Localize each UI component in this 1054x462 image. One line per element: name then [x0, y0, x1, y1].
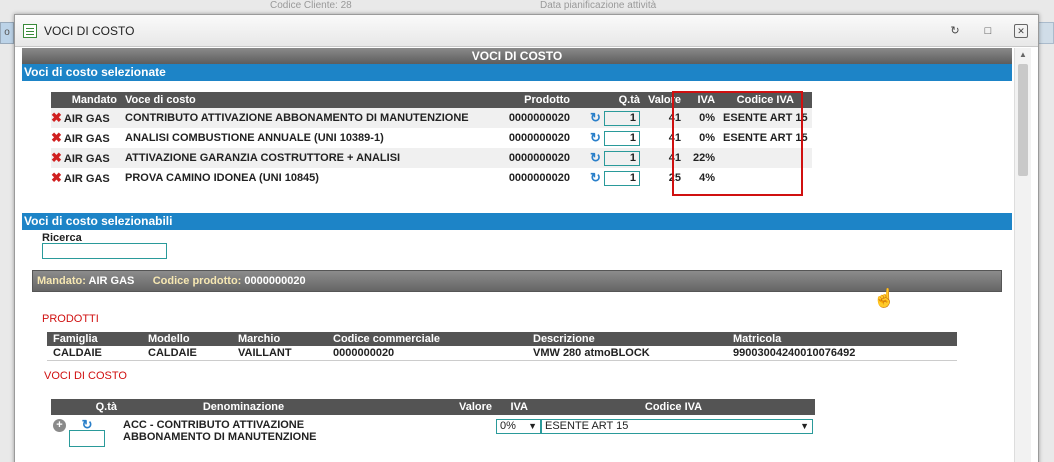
cell-prodotto: 0000000020 — [508, 132, 570, 144]
col-codice-commerciale: Codice commerciale — [327, 332, 527, 346]
cell-famiglia: CALDAIE — [47, 346, 142, 361]
cell-voce: CONTRIBUTO ATTIVAZIONE ABBONAMENTO DI MA… — [121, 108, 494, 128]
dialog-content: VOCI DI COSTO Voci di costo selezionate … — [22, 48, 1012, 462]
scrollbar-thumb[interactable] — [1018, 64, 1028, 176]
main-header: VOCI DI COSTO — [22, 48, 1012, 64]
recalculate-icon[interactable]: ↻ — [590, 170, 601, 185]
cell-codice-commerciale: 0000000020 — [327, 346, 527, 361]
quantity-input[interactable]: 1 — [604, 171, 640, 187]
col-valore: Valore — [366, 399, 496, 415]
table-row: + ↻ ACC - CONTRIBUTO ATTIVAZIONE ABBONAM… — [51, 415, 815, 451]
quantity-input[interactable]: 1 — [604, 111, 640, 127]
table-header-row: Famiglia Modello Marchio Codice commerci… — [47, 332, 957, 346]
cell-prodotto: 0000000020 — [508, 172, 570, 184]
dialog-title: VOCI DI COSTO — [44, 23, 135, 38]
selected-section-header: Voci di costo selezionate — [22, 64, 1012, 81]
prodotti-label: PRODOTTI — [42, 313, 99, 325]
document-list-icon — [23, 23, 37, 38]
maximize-icon[interactable]: □ — [981, 24, 995, 38]
delete-icon[interactable]: ✖ — [51, 130, 62, 145]
col-modello: Modello — [142, 332, 232, 346]
col-marchio: Marchio — [232, 332, 327, 346]
cell-mandato: AIR GAS — [63, 153, 110, 165]
chevron-down-icon: ▼ — [528, 421, 537, 431]
col-voce: Voce di costo — [121, 92, 494, 108]
delete-icon[interactable]: ✖ — [51, 110, 62, 125]
col-qta: Q.tà — [51, 399, 121, 415]
quantity-input[interactable]: 1 — [604, 151, 640, 167]
codice-prodotto-value: 0000000020 — [244, 275, 306, 287]
mandato-label: Mandato: — [37, 275, 86, 287]
cell-valore — [366, 415, 496, 451]
iva-highlight-box — [672, 91, 803, 196]
background-planning-date: Data pianificazione attività — [540, 0, 657, 11]
close-icon[interactable]: ✕ — [1014, 24, 1028, 38]
selectable-section-header: Voci di costo selezionabili — [22, 213, 1012, 230]
col-mandato: Mandato — [51, 92, 121, 108]
search-input[interactable] — [42, 243, 167, 259]
delete-icon[interactable]: ✖ — [51, 170, 62, 185]
cell-denominazione: ACC - CONTRIBUTO ATTIVAZIONE ABBONAMENTO… — [123, 419, 317, 443]
cell-mandato: AIR GAS — [63, 133, 110, 145]
col-denominazione: Denominazione — [121, 399, 366, 415]
cell-prodotto: 0000000020 — [494, 108, 574, 128]
table-header-row: Q.tà Denominazione Valore IVA Codice IVA — [51, 399, 815, 415]
dialog-titlebar[interactable]: VOCI DI COSTO ↻ □ ✕ — [15, 15, 1038, 47]
cell-marchio: VAILLANT — [232, 346, 327, 361]
codice-iva-select[interactable]: ESENTE ART 15 ▼ — [541, 419, 813, 434]
col-codice-iva: Codice IVA — [532, 399, 815, 415]
cell-voce: PROVA CAMINO IDONEA (UNI 10845) — [125, 172, 319, 184]
recalculate-icon[interactable]: ↻ — [590, 110, 601, 125]
cell-mandato: AIR GAS — [63, 173, 110, 185]
cell-mandato: AIR GAS — [63, 113, 110, 125]
delete-icon[interactable]: ✖ — [51, 150, 62, 165]
recalculate-icon[interactable]: ↻ — [69, 418, 105, 431]
codice-prodotto-label: Codice prodotto: — [152, 275, 242, 287]
col-famiglia: Famiglia — [47, 332, 142, 346]
quantity-input[interactable]: 1 — [604, 131, 640, 147]
vertical-scrollbar[interactable]: ▲ — [1014, 48, 1031, 462]
cell-matricola: 99003004240010076492 — [727, 346, 957, 361]
col-qta: Q.tà — [574, 92, 644, 108]
voci-di-costo-dialog: VOCI DI COSTO ↻ □ ✕ VOCI DI COSTO Voci d… — [14, 14, 1039, 462]
add-icon[interactable]: + — [53, 419, 66, 432]
cell-voce: ATTIVAZIONE GARANZIA COSTRUTTORE + ANALI… — [121, 148, 494, 168]
quantity-input[interactable] — [69, 430, 106, 447]
selectable-costs-table: Q.tà Denominazione Valore IVA Codice IVA… — [51, 399, 815, 451]
products-table: Famiglia Modello Marchio Codice commerci… — [47, 332, 957, 361]
table-row[interactable]: CALDAIE CALDAIE VAILLANT 0000000020 VMW … — [47, 346, 957, 361]
cell-voce: ANALISI COMBUSTIONE ANNUALE (UNI 10389-1… — [125, 132, 384, 144]
cell-descrizione: VMW 280 atmoBLOCK — [527, 346, 727, 361]
col-matricola: Matricola — [727, 332, 957, 346]
hand-cursor-icon: ☝ — [873, 288, 896, 308]
chevron-down-icon: ▼ — [800, 421, 809, 431]
background-customer-code: Codice Cliente: 28 — [270, 0, 352, 11]
recalculate-icon[interactable]: ↻ — [590, 130, 601, 145]
recalculate-icon[interactable]: ↻ — [590, 150, 601, 165]
iva-select[interactable]: 0% ▼ — [496, 419, 541, 434]
mandato-bar: Mandato: AIR GAS Codice prodotto: 000000… — [32, 270, 1002, 292]
col-descrizione: Descrizione — [527, 332, 727, 346]
cell-modello: CALDAIE — [142, 346, 232, 361]
background-tab: o — [0, 22, 14, 44]
voci-di-costo-label: VOCI DI COSTO — [44, 370, 127, 382]
cell-prodotto: 0000000020 — [494, 148, 574, 168]
codice-iva-select-value: ESENTE ART 15 — [545, 420, 629, 432]
iva-select-value: 0% — [500, 420, 516, 432]
scroll-up-icon[interactable]: ▲ — [1015, 48, 1031, 62]
refresh-icon[interactable]: ↻ — [948, 24, 962, 38]
mandato-value: AIR GAS — [88, 275, 135, 287]
col-prodotto: Prodotto — [494, 92, 574, 108]
col-iva: IVA — [496, 399, 533, 415]
